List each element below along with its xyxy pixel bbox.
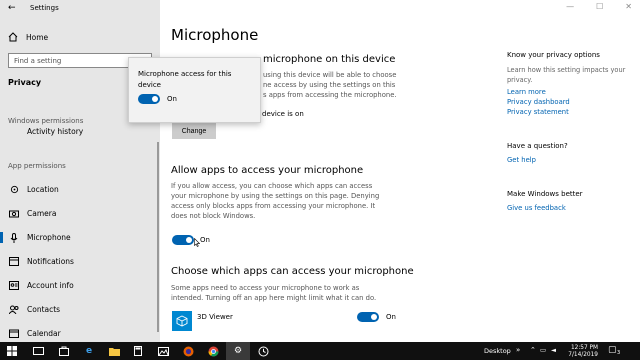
home-icon	[8, 32, 20, 42]
search-placeholder: Find a setting	[14, 56, 62, 65]
category-heading: Privacy	[8, 78, 42, 87]
sidebar-item-account-info[interactable]: Account info	[8, 279, 74, 292]
sidebar-item-label: Contacts	[27, 305, 61, 314]
section1-desc: using this device will be able to choose…	[263, 71, 397, 99]
make-windows-better-heading: Make Windows better	[507, 190, 583, 198]
main-content: — ☐ ✕ Microphone microphone on this devi…	[160, 0, 640, 342]
privacy-dashboard-link[interactable]: Privacy dashboard	[507, 98, 570, 106]
learn-more-link[interactable]: Learn more	[507, 88, 546, 96]
clock-time: 12:57 PM	[570, 345, 598, 351]
sidebar-item-notifications[interactable]: Notifications	[8, 255, 74, 268]
3d-viewer-icon	[172, 311, 192, 331]
file-explorer-icon[interactable]	[102, 342, 126, 360]
tray-chevron-up-icon[interactable]: ⌃	[530, 346, 536, 354]
notification-count-badge: 3	[617, 350, 621, 356]
sidebar-item-label: Microphone	[27, 233, 71, 242]
firefox-icon[interactable]	[176, 342, 200, 360]
sidebar-item-activity-history[interactable]: Activity history	[8, 126, 83, 136]
maximize-button[interactable]: ☐	[596, 2, 603, 11]
microphone-access-popup: Microphone access for this device On	[128, 57, 261, 123]
app-permissions-heading: App permissions	[8, 162, 66, 170]
allow-apps-toggle[interactable]	[172, 235, 194, 245]
volume-icon[interactable]: ◄	[551, 346, 556, 354]
task-view-icon[interactable]	[26, 342, 50, 360]
section2-heading: Allow apps to access your microphone	[171, 165, 364, 176]
edge-icon[interactable]: e	[77, 342, 101, 360]
notifications-icon	[8, 257, 20, 266]
minimize-button[interactable]: —	[566, 2, 574, 11]
sidebar-item-label: Calendar	[27, 329, 61, 338]
calendar-icon	[8, 329, 20, 338]
chrome-icon[interactable]	[201, 342, 225, 360]
section2-desc: If you allow access, you can choose whic…	[171, 182, 380, 220]
photos-icon[interactable]	[151, 342, 175, 360]
clock-app-icon[interactable]	[251, 342, 275, 360]
sidebar-item-location[interactable]: Location	[8, 183, 59, 196]
device-access-toggle[interactable]	[138, 94, 160, 104]
question-heading: Have a question?	[507, 142, 568, 150]
chevron-icon[interactable]: »	[516, 346, 520, 354]
location-icon	[8, 185, 20, 194]
device-access-toggle-label: On	[167, 95, 177, 103]
settings-app-icon[interactable]: ⚙	[226, 342, 250, 360]
privacy-statement-link[interactable]: Privacy statement	[507, 108, 569, 116]
start-button[interactable]	[0, 342, 24, 360]
device-status: device is on	[262, 110, 304, 118]
change-button[interactable]: Change	[172, 123, 216, 139]
sidebar-item-microphone[interactable]: Microphone	[0, 231, 71, 244]
action-center-icon[interactable]: ▢	[608, 345, 617, 355]
mouse-cursor-icon	[194, 238, 200, 247]
back-arrow-icon[interactable]: ←	[8, 3, 16, 13]
windows-logo-icon	[7, 346, 17, 356]
windows-permissions-heading: Windows permissions	[8, 117, 84, 125]
privacy-options-heading: Know your privacy options	[507, 51, 600, 59]
desktop-toolbar[interactable]: Desktop	[484, 347, 511, 355]
contacts-icon	[8, 305, 20, 314]
microphone-icon	[8, 232, 20, 243]
sidebar: ← Settings Home Find a setting ⚲ Privacy…	[0, 0, 160, 342]
calculator-icon[interactable]	[126, 342, 150, 360]
section1-heading: microphone on this device	[263, 54, 396, 65]
nav-home[interactable]: Home	[8, 30, 48, 44]
sidebar-scrollbar[interactable]	[157, 142, 159, 332]
camera-icon	[8, 209, 20, 218]
sidebar-item-contacts[interactable]: Contacts	[8, 303, 60, 316]
network-icon[interactable]: ▭	[540, 346, 546, 354]
3d-viewer-toggle[interactable]	[357, 312, 379, 322]
sidebar-item-label: Location	[27, 185, 59, 194]
section3-desc: Some apps need to access your microphone…	[171, 284, 377, 302]
account-info-icon	[8, 281, 20, 290]
close-button[interactable]: ✕	[625, 2, 632, 11]
nav-home-label: Home	[26, 32, 49, 42]
section3-heading: Choose which apps can access your microp…	[171, 266, 414, 277]
app-title: Settings	[30, 4, 59, 12]
allow-apps-toggle-label: On	[200, 236, 210, 244]
privacy-options-desc: Learn how this setting impacts your priv…	[507, 66, 626, 84]
sidebar-item-label: Camera	[27, 209, 57, 218]
taskbar: e ⚙ Desktop » ⌃ ▭ ◄ 12:57 PM 7/14/2019 ▢…	[0, 342, 640, 360]
3d-viewer-toggle-label: On	[386, 313, 396, 321]
sidebar-item-calendar[interactable]: Calendar	[8, 327, 61, 340]
sidebar-item-camera[interactable]: Camera	[8, 207, 56, 220]
sidebar-item-label: Notifications	[27, 257, 74, 266]
sidebar-item-label: Account info	[27, 281, 74, 290]
app-name: 3D Viewer	[197, 313, 233, 321]
popup-title: Microphone access for this device	[138, 70, 232, 89]
page-title: Microphone	[171, 26, 259, 44]
feedback-link[interactable]: Give us feedback	[507, 204, 566, 212]
sidebar-item-label: Activity history	[27, 126, 84, 136]
clock-date: 7/14/2019	[568, 352, 598, 358]
store-icon[interactable]	[52, 342, 76, 360]
clock[interactable]: 12:57 PM 7/14/2019	[562, 345, 598, 359]
window-controls: — ☐ ✕	[566, 2, 632, 11]
get-help-link[interactable]: Get help	[507, 156, 536, 164]
